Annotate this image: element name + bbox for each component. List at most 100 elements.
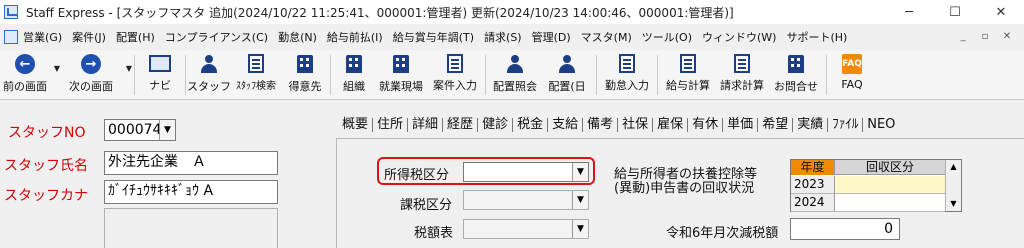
assign-inquiry-button[interactable]: 配置照会 [489,50,541,98]
menu-billing[interactable]: 請求(S) [479,29,527,45]
staff-no-label: スタッフNO [8,125,86,141]
staff-search-label: ｽﾀｯﾌ検索 [236,81,276,92]
tab-unit-price[interactable]: 単価 [723,118,759,132]
menu-compliance[interactable]: コンプライアンス(C) [160,29,273,45]
staff-name-label: スタッフ氏名 [4,158,88,174]
toolbar-separator [657,55,658,95]
grid-year-cell: 2024 [791,194,835,212]
organization-button[interactable]: 組織 [334,50,374,98]
prev-screen-label: 前の画面 [3,80,47,93]
tab-details[interactable]: 詳細 [408,118,444,132]
grid-status-cell[interactable] [835,176,945,194]
payroll-calc-button[interactable]: 給与計算 [661,50,715,98]
tab-files[interactable]: ﾌｧｲﾙ [828,118,864,132]
staff-kana-label: スタッフカナ [4,188,88,204]
mdi-restore-button[interactable]: ▫ [976,28,994,45]
staff-search-button[interactable]: ｽﾀｯﾌ検索 [229,50,283,98]
grid-scrollbar[interactable]: ▲ ▼ [945,160,961,211]
app-icon [4,5,18,19]
mdi-minimize-button[interactable]: _ [954,28,972,45]
staff-kana-input[interactable]: ｶﾞｲﾁｭｳｻｷｷｷﾞｮｳ A [104,180,278,204]
billing-calc-icon [734,54,750,73]
reduction-amount-input[interactable]: 0 [790,218,900,240]
tab-tax[interactable]: 税金 [513,118,549,132]
customer-label: 得意先 [288,80,322,93]
tax-table-select[interactable]: ▼ [463,219,589,239]
site-button[interactable]: 就業現場 [374,50,428,98]
organization-label: 組織 [343,80,365,93]
tab-paid-leave[interactable]: 有休 [688,118,724,132]
close-button[interactable]: ✕ [978,0,1024,24]
tab-results[interactable]: 実績 [793,118,829,132]
tab-address[interactable]: 住所 [373,118,409,132]
menu-jobs[interactable]: 案件(J) [67,29,111,45]
billing-calc-button[interactable]: 請求計算 [715,50,769,98]
staff-name-input[interactable]: 外注先企業 Ａ [104,151,278,175]
collection-status-grid[interactable]: 年度 回収区分 2023 2024 ▲ ▼ [790,159,962,212]
menu-attendance[interactable]: 勤怠(N) [273,29,322,45]
contact-button[interactable]: お問合せ [769,50,823,98]
toolbar-separator [185,55,186,95]
grid-year-cell: 2023 [791,176,835,194]
prev-screen-button[interactable]: ← ▼ 前の画面 [0,50,60,98]
tab-neo[interactable]: NEO [863,118,899,132]
keyboard-icon [149,55,171,72]
menu-salary-advance[interactable]: 給与前払(I) [322,29,388,45]
staff-no-combo[interactable]: 000074 ▼ [104,119,176,141]
toolbar-separator [330,55,331,95]
menu-tools[interactable]: ツール(O) [637,29,697,45]
menu-payroll[interactable]: 給与賞与年調(T) [388,29,479,45]
chevron-down-icon[interactable]: ▼ [159,120,175,140]
tab-overview[interactable]: 概要 [338,118,374,132]
attendance-entry-button[interactable]: 勤怠入力 [600,50,654,98]
toolbar: ← ▼ 前の画面 → ▼ 次の画面 ナビ スタッフ ｽﾀｯﾌ検索 得意先 組織 … [0,50,1024,100]
menu-master[interactable]: マスタ(M) [576,29,637,45]
attendance-entry-label: 勤怠入力 [605,79,649,92]
faq-label: FAQ [841,78,863,91]
tab-social-insurance[interactable]: 社保 [618,118,654,132]
menu-sales[interactable]: 営業(G) [18,29,67,45]
tab-notes[interactable]: 備考 [583,118,619,132]
grid-status-cell[interactable] [835,194,945,212]
chevron-down-icon[interactable]: ▼ [572,191,588,209]
scroll-up-icon[interactable]: ▲ [946,161,961,173]
toolbar-separator [485,55,486,95]
job-entry-button[interactable]: 案件入力 [428,50,482,98]
mdi-child-icon[interactable] [4,30,18,44]
table-row[interactable]: 2023 [791,176,945,194]
tab-preferences[interactable]: 希望 [758,118,794,132]
maximize-button[interactable]: ☐ [932,0,978,24]
title-bar: Staff Express - [スタッフマスタ 追加(2024/10/22 1… [0,0,1024,24]
next-screen-button[interactable]: → ▼ 次の画面 [60,50,132,98]
menu-assignment[interactable]: 配置(H) [111,29,160,45]
tab-health-check[interactable]: 健診 [478,118,514,132]
job-entry-icon [447,54,463,73]
toolbar-separator [596,55,597,95]
table-row[interactable]: 2024 [791,194,945,212]
reduction-label: 令和6年月次減税額 [666,226,779,241]
window-title: Staff Express - [スタッフマスタ 追加(2024/10/22 1… [26,5,734,20]
dropdown-arrow-icon[interactable]: ▼ [126,64,132,73]
mdi-controls: _ ▫ ✕ [954,28,1016,45]
minimize-button[interactable]: ─ [886,0,932,24]
taxation-category-select[interactable]: ▼ [463,190,589,210]
assign-day-button[interactable]: 配置(日 [541,50,593,98]
scroll-down-icon[interactable]: ▼ [946,198,961,210]
chevron-down-icon[interactable]: ▼ [572,220,588,238]
menu-management[interactable]: 管理(D) [527,29,576,45]
tab-history[interactable]: 経歴 [443,118,479,132]
attendance-icon [619,54,635,73]
tab-employment-insurance[interactable]: 雇保 [653,118,689,132]
faq-button[interactable]: FAQ FAQ [830,50,874,98]
customer-button[interactable]: 得意先 [283,50,327,98]
menu-support[interactable]: サポート(H) [781,29,852,45]
staff-no-value: 000074 [108,122,162,138]
mdi-close-button[interactable]: ✕ [998,28,1016,45]
billing-calc-label: 請求計算 [720,79,764,92]
menu-window[interactable]: ウィンドウ(W) [697,29,781,45]
faq-icon: FAQ [842,54,862,74]
navi-button[interactable]: ナビ [138,50,182,98]
staff-button[interactable]: スタッフ [187,50,231,98]
tab-payment[interactable]: 支給 [548,118,584,132]
payroll-calc-icon [680,54,696,73]
